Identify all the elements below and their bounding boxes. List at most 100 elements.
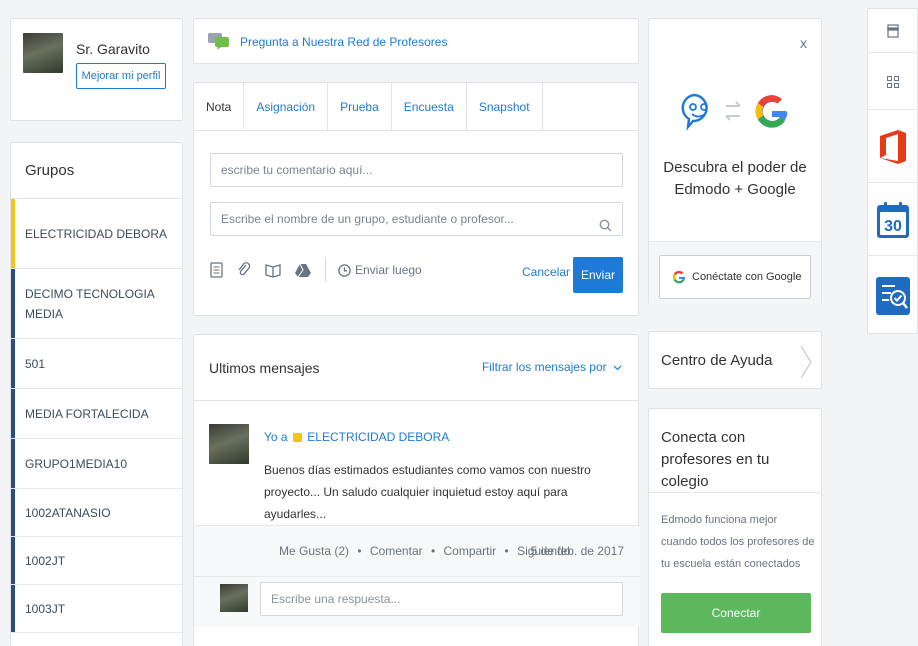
groups-panel: Grupos ELECTRICIDAD DEBORA DECIMO TECNOL… (10, 142, 183, 646)
group-color-bar (11, 389, 15, 438)
separator-dot: • (357, 544, 362, 558)
reply-row: Escribe una respuesta... (194, 577, 640, 627)
google-drive-icon[interactable] (295, 263, 311, 277)
edmodo-logo-icon (681, 93, 708, 131)
google-logo-icon (755, 95, 788, 128)
recipient-input[interactable]: Escribe el nombre de un grupo, estudiant… (210, 202, 623, 236)
file-icon[interactable] (210, 262, 223, 278)
groups-title: Grupos (11, 143, 182, 199)
send-button[interactable]: Enviar (573, 257, 623, 293)
ask-network-link[interactable]: Pregunta a Nuestra Red de Profesores (240, 35, 447, 49)
composer-tools: Enviar luego (210, 258, 422, 282)
group-label: DECIMO TECNOLOGIA MEDIA (25, 286, 155, 321)
group-color-bar (11, 269, 15, 338)
tab-snapshot[interactable]: Snapshot (467, 83, 543, 130)
feed-header: Ultimos mensajes Filtrar los mensajes po… (194, 335, 638, 401)
post-action-links: Me Gusta (2) • Comentar • Compartir • Si… (279, 544, 570, 558)
group-color-bar (11, 489, 15, 536)
separator-dot: • (504, 544, 509, 558)
filter-label: Filtrar los mensajes por (481, 360, 607, 374)
calendar-icon[interactable]: 30 (868, 184, 918, 256)
post-actions: Me Gusta (2) • Comentar • Compartir • Si… (194, 525, 640, 577)
help-center-card[interactable]: Centro de Ayuda (648, 331, 822, 389)
library-icon[interactable] (265, 262, 281, 278)
group-item[interactable]: ELECTRICIDAD DEBORA (11, 199, 182, 269)
filter-messages-dropdown[interactable]: Filtrar los mensajes por (482, 360, 622, 374)
group-label: MEDIA FORTALECIDA (25, 406, 149, 421)
search-icon (599, 212, 612, 244)
chevron-down-icon (613, 365, 622, 371)
promo-logos (649, 89, 821, 138)
apps-grid-icon[interactable] (868, 54, 918, 110)
clock-icon (338, 263, 351, 277)
post-recipient: Yo a ELECTRICIDAD DEBORA (264, 430, 449, 444)
connect-teachers-card: Conecta con profesores en tu colegio Edm… (648, 408, 822, 646)
group-label: GRUPO1MEDIA10 (25, 456, 128, 471)
group-color-bar (11, 199, 15, 268)
office-icon[interactable] (868, 111, 918, 183)
recipient-placeholder: Escribe el nombre de un grupo, estudiant… (221, 212, 514, 226)
edmodo-google-promo: x Descubra el poder de Edmodo + Google C… (648, 18, 822, 305)
share-link[interactable]: Compartir (444, 544, 497, 558)
group-item[interactable]: 1002JT (11, 537, 182, 585)
link-icon[interactable] (237, 262, 251, 278)
like-link[interactable]: Me Gusta (2) (279, 544, 349, 558)
group-color-bar (11, 585, 15, 632)
reply-avatar (220, 584, 248, 612)
group-item[interactable]: 1002ATANASIO (11, 489, 182, 537)
improve-profile-button[interactable]: Mejorar mi perfil (76, 63, 166, 89)
profile-card: Sr. Garavito Mejorar mi perfil (10, 18, 183, 121)
connect-google-button[interactable]: Conéctate con Google (659, 255, 811, 299)
group-item[interactable]: 501 (11, 339, 182, 389)
group-color-bar (11, 537, 15, 584)
group-label: ELECTRICIDAD DEBORA (25, 226, 168, 241)
cancel-link[interactable]: Cancelar o (522, 265, 580, 279)
composer-tabs: Nota Asignación Prueba Encuesta Snapshot (194, 83, 638, 131)
separator-dot: • (430, 544, 436, 558)
chevron-right-icon (799, 344, 813, 385)
latest-messages-panel: Ultimos mensajes Filtrar los mensajes po… (193, 334, 640, 646)
store-icon[interactable] (868, 9, 918, 53)
group-item[interactable]: 1003JT (11, 585, 182, 633)
tab-note[interactable]: Nota (194, 83, 245, 130)
divider (649, 492, 821, 493)
send-later-button[interactable]: Enviar luego (325, 258, 422, 282)
promo-text: Descubra el poder de Edmodo + Google (663, 159, 807, 198)
calendar-day-label: 30 (884, 218, 902, 235)
close-icon[interactable]: x (800, 35, 807, 51)
google-g-icon (672, 270, 686, 284)
send-later-label: Enviar luego (355, 263, 422, 277)
group-color-square (292, 433, 302, 442)
post-author-link[interactable]: Yo a (264, 430, 288, 444)
swap-arrows-icon (725, 101, 741, 121)
help-center-title: Centro de Ayuda (661, 352, 773, 369)
apps-rail: 30 (867, 8, 918, 334)
reply-input[interactable]: Escribe una respuesta... (260, 582, 623, 616)
tab-quiz[interactable]: Prueba (328, 83, 392, 130)
group-item[interactable]: MEDIA FORTALECIDA (11, 389, 182, 439)
connect-google-label: Conéctate con Google (692, 271, 802, 283)
group-color-bar (11, 439, 15, 488)
group-label: 1003JT (25, 601, 66, 616)
comment-link[interactable]: Comentar (370, 544, 423, 558)
connect-description: Edmodo funciona mejor cuando todos los p… (661, 514, 815, 570)
connect-button[interactable]: Conectar (661, 593, 811, 633)
post-body: Buenos días estimados estudiantes como v… (264, 463, 591, 521)
profile-name[interactable]: Sr. Garavito (76, 41, 150, 57)
tab-assignment[interactable]: Asignación (244, 83, 329, 130)
group-item[interactable]: DECIMO TECNOLOGIA MEDIA (11, 269, 182, 339)
group-label: 1002ATANASIO (25, 505, 111, 520)
quiz-review-icon[interactable] (868, 257, 918, 335)
profile-avatar[interactable] (23, 33, 63, 73)
post-author-avatar[interactable] (209, 424, 249, 464)
group-item[interactable]: GRUPO1MEDIA10 (11, 439, 182, 489)
ask-network-bar[interactable]: Pregunta a Nuestra Red de Profesores (193, 18, 639, 64)
connect-title: Conecta con profesores en tu colegio (661, 429, 770, 490)
chat-bubbles-icon (207, 32, 231, 55)
comment-input[interactable]: escribe tu comentario aquí... (210, 153, 623, 187)
post-group-link[interactable]: ELECTRICIDAD DEBORA (307, 430, 449, 444)
post-composer: Nota Asignación Prueba Encuesta Snapshot… (193, 82, 639, 316)
group-label: 501 (25, 356, 46, 371)
tab-poll[interactable]: Encuesta (392, 83, 467, 130)
group-label: 1002JT (25, 553, 66, 568)
